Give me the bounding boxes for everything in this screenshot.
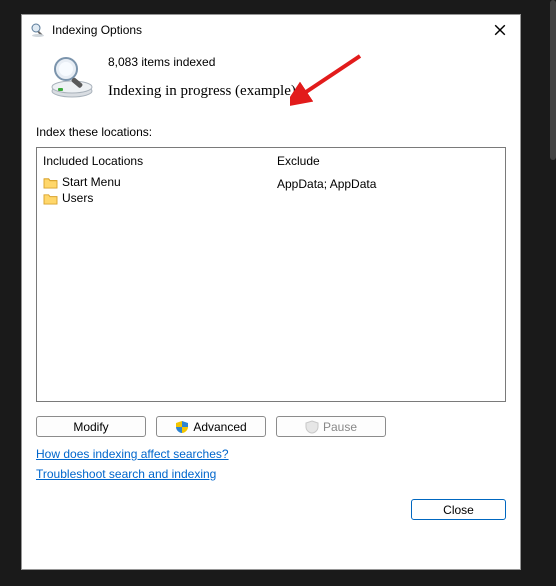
- list-item-label: Start Menu: [62, 175, 121, 189]
- close-icon[interactable]: [488, 18, 512, 42]
- button-label: Pause: [323, 420, 357, 434]
- close-button[interactable]: Close: [411, 499, 506, 520]
- exclude-header: Exclude: [277, 152, 499, 174]
- titlebar: Indexing Options: [22, 15, 520, 45]
- locations-list[interactable]: Included Locations Start Menu Users Excl…: [36, 147, 506, 402]
- indexing-app-icon: [30, 22, 46, 38]
- button-label: Close: [443, 503, 474, 517]
- modify-button[interactable]: Modify: [36, 416, 146, 437]
- list-item[interactable]: Users: [43, 190, 265, 206]
- window-title: Indexing Options: [52, 23, 142, 37]
- shield-icon: [305, 420, 319, 434]
- locations-label: Index these locations:: [36, 125, 506, 139]
- list-item[interactable]: Start Menu: [43, 174, 265, 190]
- magnifier-drive-icon: [48, 53, 96, 101]
- button-label: Advanced: [193, 420, 246, 434]
- status-row: 8,083 items indexed Indexing in progress…: [36, 51, 506, 101]
- troubleshoot-link[interactable]: Troubleshoot search and indexing: [36, 467, 216, 481]
- page-scrollbar[interactable]: [550, 0, 556, 160]
- folder-icon: [43, 176, 58, 189]
- included-column: Included Locations Start Menu Users: [37, 148, 271, 401]
- action-buttons: Modify Advanced: [36, 416, 506, 437]
- button-label: Modify: [73, 420, 108, 434]
- list-item-label: Users: [62, 191, 93, 205]
- included-header: Included Locations: [43, 152, 265, 174]
- how-indexing-link[interactable]: How does indexing affect searches?: [36, 447, 229, 461]
- pause-button: Pause: [276, 416, 386, 437]
- indexing-options-dialog: Indexing Options: [21, 14, 521, 570]
- items-indexed-count: 8,083 items indexed: [108, 55, 296, 69]
- list-item-label: AppData; AppData: [277, 177, 376, 191]
- indexing-progress-text: Indexing in progress (example): [108, 83, 296, 100]
- exclude-column: Exclude AppData; AppData: [271, 148, 505, 401]
- list-item: AppData; AppData: [277, 176, 499, 192]
- advanced-button[interactable]: Advanced: [156, 416, 266, 437]
- folder-icon: [43, 192, 58, 205]
- shield-icon: [175, 420, 189, 434]
- footer: Close: [36, 487, 506, 520]
- help-links: How does indexing affect searches? Troub…: [36, 447, 506, 487]
